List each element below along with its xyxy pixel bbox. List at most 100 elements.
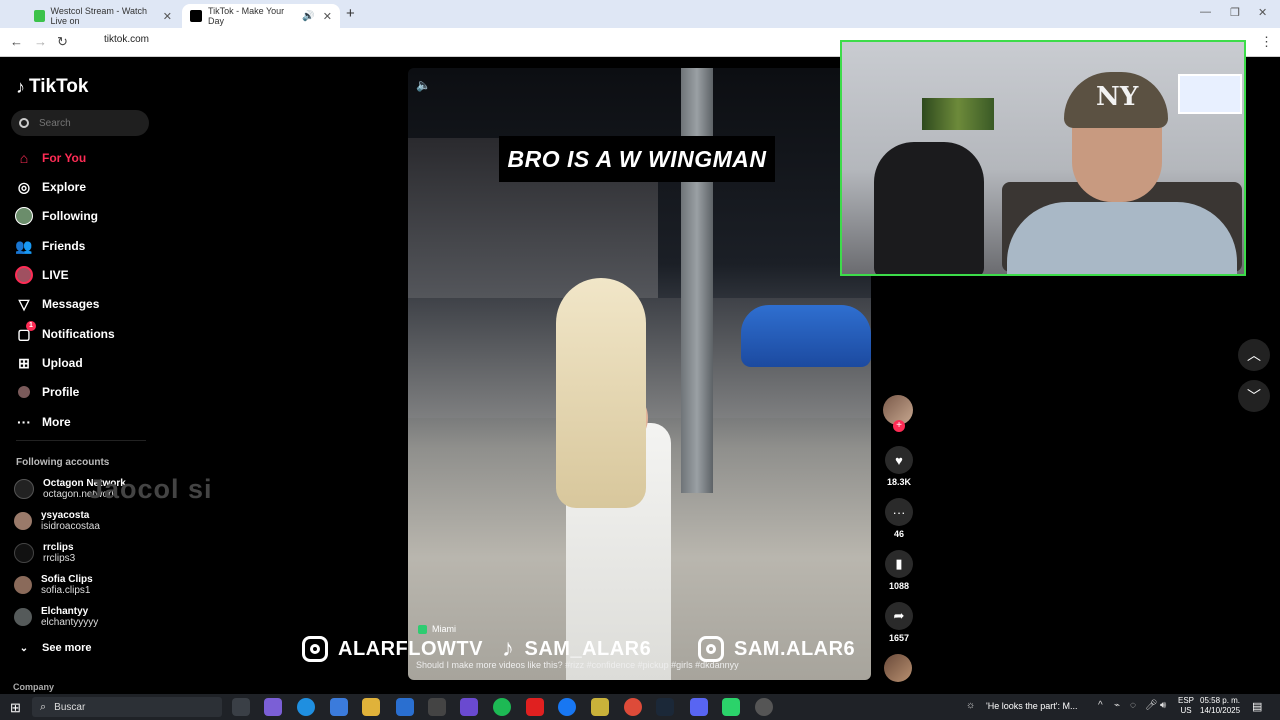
- volume-icon[interactable]: 🔊︎: [1160, 700, 1166, 711]
- like-button[interactable]: ♥ 18.3K: [882, 446, 916, 487]
- url-field[interactable]: tiktok.com: [104, 34, 149, 45]
- speaker-icon[interactable]: 🔊: [302, 11, 314, 22]
- forward-button[interactable]: →: [34, 34, 47, 49]
- video-person-hair: [556, 278, 646, 508]
- mute-icon[interactable]: 🔈: [416, 78, 431, 92]
- tiktok-note-icon: ♪: [502, 635, 515, 662]
- following-account[interactable]: Elchantyy elchantyyyyy: [14, 606, 98, 628]
- close-window-button[interactable]: ✕: [1258, 6, 1267, 19]
- webcam-chair: [874, 142, 984, 274]
- tab-westcol[interactable]: Westcol Stream - Watch Live on ✕: [26, 4, 180, 28]
- app-icon[interactable]: [591, 698, 609, 716]
- nav-for-you[interactable]: ⌂ For You: [14, 148, 86, 168]
- chrome-icon[interactable]: [624, 698, 642, 716]
- share-icon: ➦: [885, 602, 913, 630]
- paper-plane-icon: ▽: [18, 295, 30, 312]
- tiktok-sidebar: ♪ TikTok ⌂ For You ◎ Explore Following 👥…: [0, 58, 170, 694]
- chevron-up-icon: ︿: [1247, 347, 1261, 363]
- notifications-icon[interactable]: ▤: [1252, 700, 1262, 713]
- webcam-body: [1007, 202, 1237, 274]
- nav-explore[interactable]: ◎ Explore: [14, 177, 86, 197]
- company-link[interactable]: Company: [13, 682, 54, 692]
- edge-icon[interactable]: [297, 698, 315, 716]
- following-account[interactable]: ysyacosta isidroacostaa: [14, 510, 100, 532]
- browser-tab-bar: Westcol Stream - Watch Live on ✕ TikTok …: [0, 0, 1280, 28]
- spotify-icon[interactable]: [493, 698, 511, 716]
- minimize-button[interactable]: —: [1200, 6, 1211, 18]
- share-button[interactable]: ➦ 1657: [882, 602, 916, 643]
- comment-count: 46: [893, 529, 904, 539]
- nav-notifications[interactable]: ▢ 1 Notifications: [14, 321, 115, 344]
- back-button[interactable]: ←: [10, 34, 23, 49]
- language-indicator[interactable]: ESP US: [1178, 696, 1194, 716]
- following-account[interactable]: Sofia Clips sofia.clips1: [14, 574, 93, 596]
- news-icon[interactable]: ☼: [966, 700, 975, 711]
- previous-video-button[interactable]: ︿: [1238, 339, 1270, 371]
- video-pole: [681, 68, 713, 493]
- following-account[interactable]: rrclips rrclips3: [14, 542, 75, 564]
- maximize-button[interactable]: ❐: [1230, 6, 1240, 19]
- file-explorer-icon[interactable]: [362, 698, 380, 716]
- copilot-icon[interactable]: [264, 698, 282, 716]
- steam-icon[interactable]: [656, 698, 674, 716]
- task-view-icon[interactable]: [232, 698, 250, 716]
- close-tab-icon[interactable]: ✕: [323, 10, 332, 23]
- search-icon: [19, 118, 29, 128]
- close-tab-icon[interactable]: ✕: [163, 10, 172, 23]
- tab-tiktok[interactable]: TikTok - Make Your Day 🔊 ✕: [182, 4, 340, 28]
- taskbar-search[interactable]: ⌕ Buscar: [32, 697, 222, 717]
- search-input[interactable]: [37, 116, 141, 130]
- profile-icon: [14, 382, 34, 402]
- app-tray-icon[interactable]: ◌: [1130, 700, 1136, 711]
- chevron-down-icon: ﹀: [1247, 388, 1261, 404]
- see-more-button[interactable]: ⌄ See more: [14, 638, 92, 658]
- share-count: 1657: [888, 633, 910, 643]
- new-tab-button[interactable]: +: [346, 5, 355, 22]
- video-caption-overlay: BRO IS A W WINGMAN: [507, 146, 767, 172]
- music-disc[interactable]: [884, 654, 912, 682]
- mic-icon[interactable]: 🎤︎: [1145, 700, 1158, 711]
- webcam-painting: [922, 98, 994, 130]
- nav-profile[interactable]: Profile: [14, 382, 79, 402]
- video-car: [741, 305, 871, 367]
- network-icon[interactable]: ⌁: [1114, 700, 1120, 711]
- nav-live[interactable]: LIVE: [14, 265, 69, 285]
- search-bar[interactable]: [11, 110, 149, 136]
- tiktok-logo[interactable]: ♪ TikTok: [16, 76, 88, 98]
- nav-upload[interactable]: ⊞ Upload: [14, 353, 83, 373]
- heart-icon: ♥: [885, 446, 913, 474]
- settings-icon[interactable]: [755, 698, 773, 716]
- reload-button[interactable]: ↻: [57, 34, 68, 50]
- next-video-button[interactable]: ﹀: [1238, 380, 1270, 412]
- search-icon: ⌕: [40, 700, 47, 713]
- facebook-icon[interactable]: [558, 698, 576, 716]
- clock[interactable]: 05:58 p. m. 14/10/2025: [1200, 696, 1240, 716]
- app-icon[interactable]: [428, 698, 446, 716]
- comment-button[interactable]: ··· 46: [882, 498, 916, 539]
- webcam-window: [1178, 74, 1242, 114]
- menu-icon[interactable]: ⋮: [1260, 34, 1273, 50]
- following-accounts-title: Following accounts: [16, 457, 110, 468]
- instagram-icon: [698, 636, 724, 662]
- nav-friends[interactable]: 👥 Friends: [14, 236, 85, 256]
- app-icon[interactable]: [460, 698, 478, 716]
- nav-more[interactable]: ··· More: [14, 412, 71, 432]
- news-ticker[interactable]: 'He looks the part': M...: [986, 701, 1077, 711]
- chevron-up-icon[interactable]: ^: [1098, 700, 1103, 711]
- nav-messages[interactable]: ▽ Messages: [14, 294, 100, 314]
- social-handle: ALARFLOWTV: [302, 633, 483, 665]
- discord-icon[interactable]: [690, 698, 708, 716]
- friends-icon: 👥: [15, 237, 33, 254]
- youtube-icon[interactable]: [526, 698, 544, 716]
- tiktok-icon: [190, 10, 202, 22]
- store-icon[interactable]: [330, 698, 348, 716]
- ny-logo: NY: [1096, 82, 1139, 112]
- nav-following[interactable]: Following: [14, 206, 98, 226]
- follow-plus-icon[interactable]: +: [893, 420, 905, 432]
- app-icon[interactable]: [722, 698, 740, 716]
- save-button[interactable]: ▮ 1088: [882, 550, 916, 591]
- divider: [16, 440, 146, 441]
- mail-icon[interactable]: [396, 698, 414, 716]
- windows-start-icon[interactable]: ⊞: [10, 700, 21, 716]
- instagram-icon: [302, 636, 328, 662]
